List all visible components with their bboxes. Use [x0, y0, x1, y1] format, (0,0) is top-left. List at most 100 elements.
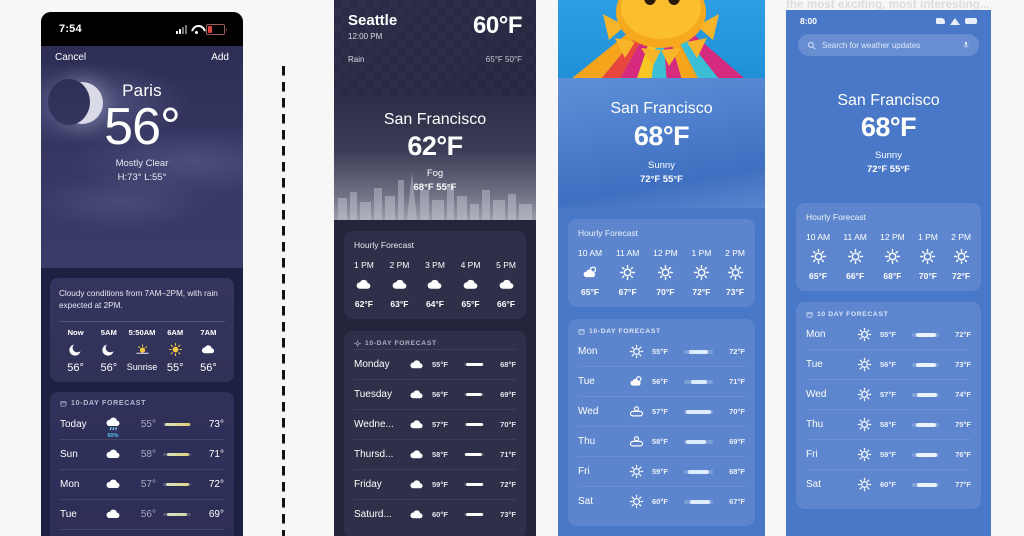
hourly-forecast-card[interactable]: Hourly Forecast 10 AM 65°F 11 AM 67°F 12 PM 7… [568, 219, 755, 307]
top-weather-card-seattle[interactable]: Seattle 12:00 PM 60°F Rain 65°F 50°F [334, 0, 536, 95]
high-temperature: 77°F [955, 480, 971, 489]
hourly-item[interactable]: 2 PM 63°F [390, 260, 410, 309]
daily-forecast-card[interactable]: 10-DAY FORECAST Today 60% 55° 73° Sun 58° 71° M… [50, 391, 234, 536]
hourly-item[interactable]: 11 AM 66°F [843, 232, 866, 281]
daily-forecast-header: 10 DAY FORECAST [806, 311, 971, 318]
hour-value: 65°F [461, 299, 480, 309]
daily-row[interactable]: Fri 59°F 68°F [578, 456, 745, 486]
hourly-item[interactable]: 2 PM 72°F [951, 232, 971, 281]
daily-row[interactable]: Wed54°68° [60, 528, 224, 536]
hourly-item[interactable]: 12 PM 68°F [880, 232, 905, 281]
hourly-forecast-card[interactable]: Cloudy conditions from 7AM–2PM, with rai… [50, 278, 234, 382]
hour-value: 70°F [918, 271, 937, 281]
hourly-item[interactable]: 11 AM 67°F [616, 248, 639, 297]
hour-label: 11 AM [843, 232, 867, 242]
weather-icon-wrap [404, 477, 428, 492]
daily-row[interactable]: Thursd... 58°F 71°F [354, 439, 516, 469]
daily-row[interactable]: Tue 56°F 73°F [806, 349, 971, 379]
hourly-item[interactable]: 2 PM 73°F [725, 248, 745, 297]
hour-label: 2 PM [725, 248, 745, 258]
add-button[interactable]: Add [211, 52, 229, 63]
daily-row[interactable]: Sat 60°F 67°F [578, 486, 745, 516]
daily-row[interactable]: Wed 57°F 70°F [578, 396, 745, 426]
temperature-range-bar [163, 512, 191, 516]
low-temperature: 55°F [432, 360, 448, 369]
hour-value: 66°F [497, 299, 516, 309]
cancel-button[interactable]: Cancel [55, 52, 86, 63]
hourly-forecast-card[interactable]: Hourly Forecast 10 AM 65°F 11 AM 66°F 12 PM 6… [796, 203, 981, 291]
hourly-item[interactable]: 1 PM 62°F [354, 260, 374, 309]
cloud-icon [392, 279, 407, 289]
daily-row[interactable]: Tue 56°F 71°F [578, 366, 745, 396]
daily-row[interactable]: Fri 59°F 76°F [806, 439, 971, 469]
weather-icon-wrap [404, 387, 428, 402]
high-temperature: 72°F [500, 480, 516, 489]
moon-icon [69, 344, 81, 356]
daily-rows-p4: Mon 55°F 72°F Tue 56°F 73°F Wed 57°F 74°F Thu 58°F… [806, 320, 971, 499]
daily-row[interactable]: Friday 59°F 72°F [354, 469, 516, 499]
sunrise-icon [135, 343, 149, 354]
sun-small-icon [354, 340, 361, 347]
daily-row[interactable]: Monday 55°F 68°F [354, 349, 516, 379]
hour-label: Now [67, 327, 84, 337]
hour-value: 65°F [809, 271, 828, 281]
hero-weather-paris: Cancel Add Paris 56° Mostly Clear H:73° … [41, 46, 243, 268]
high-temperature: 71°F [500, 450, 516, 459]
day-label: Mon [60, 478, 80, 490]
hourly-forecast-card[interactable]: Hourly Forecast 1 PM 62°F 2 PM 63°F 3 PM 64°F… [344, 231, 526, 319]
status-bar: 8:00 [786, 10, 991, 32]
hourly-item[interactable]: 1 PM 70°F [918, 232, 938, 281]
hourly-item[interactable]: 7AM 56° [192, 328, 225, 374]
daily-row[interactable]: Wed 57°F 74°F [806, 379, 971, 409]
daily-forecast-card[interactable]: 10 DAY FORECAST Mon 55°F 72°F Tue 56°F 73°F We… [796, 302, 981, 509]
low-temperature: 57°F [432, 420, 448, 429]
hourly-item[interactable]: 6AM 55° [159, 328, 192, 374]
hour-label: 10 AM [578, 248, 603, 258]
hourly-item[interactable]: 4 PM 65°F [461, 260, 481, 309]
search-input[interactable]: Search for weather updates [822, 41, 956, 50]
daily-row[interactable]: Thu 58°F 69°F [578, 426, 745, 456]
daily-row[interactable]: Saturd... 60°F 73°F [354, 499, 516, 529]
daily-row[interactable]: Thu 58°F 75°F [806, 409, 971, 439]
hour-value: 72°F [692, 287, 711, 297]
hourly-item[interactable]: 10 AM 65°F [578, 248, 602, 297]
nav-row: Cancel Add [41, 46, 243, 63]
hourly-item[interactable]: 12 PM 70°F [653, 248, 678, 297]
daily-forecast-card[interactable]: 10-DAY FORECAST Mon 55°F 72°F Tue 56°F 71°F We… [568, 319, 755, 526]
daily-row[interactable]: Mon 55°F 72°F [578, 337, 745, 366]
microphone-icon[interactable] [962, 40, 970, 50]
daily-row[interactable]: Mon 57° 72° [60, 468, 224, 499]
daily-row[interactable]: Wedne... 57°F 70°F [354, 409, 516, 439]
low-temperature: 60°F [880, 480, 896, 489]
daily-rows-p1: Today 60% 55° 73° Sun 58° 71° Mon 57° 72° Tue 56° 69… [60, 410, 224, 536]
hourly-item[interactable]: 1 PM 72°F [692, 248, 712, 297]
daily-forecast-card[interactable]: 10-DAY FORECAST Monday 55°F 68°F Tuesday 56°… [344, 331, 526, 536]
daily-row[interactable]: Tuesday 56°F 69°F [354, 379, 516, 409]
daily-row[interactable]: Sun 58° 71° [60, 438, 224, 469]
high-temperature: 73°F [955, 360, 971, 369]
calendar-icon [60, 400, 67, 407]
hourly-item[interactable]: Now 56° [59, 328, 92, 374]
sun-icon [847, 248, 863, 265]
day-label: Mon [806, 329, 826, 340]
temperature-range-bar [912, 332, 939, 337]
hour-value: Sunrise [126, 361, 158, 372]
low-temperature: 58°F [652, 437, 668, 446]
weather-icon-wrap [850, 477, 878, 492]
hourly-item[interactable]: 5AM 56° [92, 328, 125, 374]
daily-row[interactable]: Today 60% 55° 73° [60, 410, 224, 439]
hour-value: 56° [100, 361, 118, 374]
daily-row[interactable]: Tue 56° 69° [60, 498, 224, 529]
hourly-item[interactable]: 3 PM 64°F [425, 260, 445, 309]
hourly-item[interactable]: 10 AM 65°F [806, 232, 830, 281]
day-label: Saturd... [354, 509, 392, 520]
daily-row[interactable]: Mon 55°F 72°F [806, 320, 971, 349]
hourly-item[interactable]: 5 PM 66°F [496, 260, 516, 309]
high-temperature: 69°F [500, 390, 516, 399]
day-label: Sat [578, 496, 594, 507]
hourly-item[interactable]: 5:50AM Sunrise [125, 328, 158, 374]
daily-row[interactable]: Sat 60°F 77°F [806, 469, 971, 499]
cloud-icon [463, 279, 478, 289]
day-label: Tue [60, 508, 77, 520]
search-bar[interactable]: Search for weather updates [798, 34, 979, 56]
